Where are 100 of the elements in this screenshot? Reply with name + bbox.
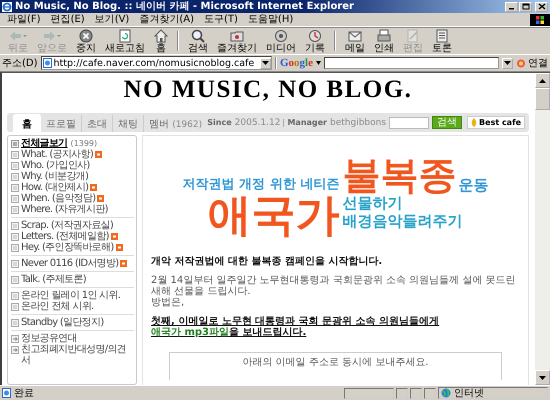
sidebar-item[interactable]: When. (음악정담)	[21, 193, 96, 204]
refresh-button[interactable]: 새로고침	[101, 28, 149, 54]
maximize-icon	[522, 3, 530, 10]
media-button[interactable]: 미디어	[262, 28, 300, 54]
scroll-thumb[interactable]	[535, 88, 550, 110]
globe-icon	[441, 388, 451, 398]
article-text: 방법은,	[151, 297, 186, 308]
board-icon	[11, 151, 19, 159]
sidebar-link[interactable]: 친고죄폐지반대성명/의견서	[21, 344, 134, 366]
security-zone: 인터넷	[438, 387, 548, 399]
caret-icon	[504, 61, 511, 65]
sidebar-item[interactable]: Hey. (주인장똑바로해)	[21, 242, 114, 253]
favorites-button[interactable]: 즐겨찾기	[213, 28, 261, 54]
banner-text: 애국가	[207, 194, 340, 238]
board-icon	[11, 303, 19, 311]
board-icon	[11, 173, 19, 181]
mail-button[interactable]: 메일	[341, 28, 369, 54]
leaf-icon	[471, 118, 478, 127]
search-button[interactable]: 검색	[184, 28, 212, 54]
menu-item[interactable]: 도구(T)	[199, 14, 243, 26]
menu-item[interactable]: 즐겨찾기(A)	[134, 14, 199, 26]
board-icon	[11, 162, 19, 170]
tab[interactable]: 프로필	[41, 115, 81, 132]
home-button[interactable]: 홈	[150, 28, 172, 54]
sidebar-item[interactable]: 온라인 릴레이 1인 시위.	[21, 290, 120, 301]
stop-button[interactable]: 중지	[72, 28, 100, 54]
forward-arrow-icon	[42, 28, 56, 42]
history-button[interactable]: 기록	[301, 28, 329, 54]
since-label: Since	[207, 118, 232, 127]
sidebar-item[interactable]: Standby (일단정지)	[21, 317, 104, 328]
best-cafe-button[interactable]: Best cafe	[467, 116, 525, 129]
tab[interactable]: 초대	[81, 115, 112, 132]
scroll-up-button[interactable]	[535, 73, 550, 88]
menu-item[interactable]: 편집(E)	[46, 14, 90, 26]
sidebar-item[interactable]: Where. (자유게시판)	[21, 204, 108, 215]
address-field[interactable]: http://cafe.naver.com/nomusicnoblog.cafe	[40, 56, 272, 70]
board-icon	[11, 244, 19, 252]
caret-icon	[316, 61, 321, 65]
sidebar-item[interactable]: What. (공지사항)	[21, 149, 94, 160]
dropdown-button[interactable]	[260, 58, 271, 68]
board-icon	[11, 195, 19, 203]
close-button[interactable]	[535, 2, 548, 12]
links-button[interactable]: 연결	[516, 56, 548, 70]
edit-icon	[406, 28, 420, 42]
printer-icon	[377, 28, 391, 42]
board-icon	[11, 260, 19, 268]
board-icon	[11, 319, 19, 327]
status-panel	[344, 388, 394, 398]
sidebar-item[interactable]: Talk. (주제토론)	[21, 274, 86, 285]
board-icon	[11, 276, 19, 284]
board-icon	[11, 233, 19, 241]
page-icon	[42, 58, 52, 68]
banner-text: 운동	[458, 177, 488, 194]
mp3-link[interactable]: 애국가 mp3파일	[151, 327, 230, 338]
cafe-search-field[interactable]	[389, 116, 430, 128]
menu-item[interactable]: 도움말(H)	[242, 14, 298, 26]
google-logo[interactable]: Google	[280, 57, 313, 69]
board-icon	[11, 292, 19, 300]
cafe-title: NO MUSIC, NO BLOG.	[122, 76, 414, 104]
sidebar-item[interactable]: Scrap. (저작권자료실)	[21, 220, 114, 231]
flag-logo-icon	[530, 14, 550, 26]
caret-icon	[23, 34, 27, 36]
board-icon	[11, 140, 19, 148]
board-icon	[11, 206, 19, 214]
search-icon	[191, 28, 205, 42]
menu-item[interactable]: 보기(V)	[90, 14, 134, 26]
sidebar-link[interactable]: 정보공유연대	[21, 333, 77, 344]
sidebar-item[interactable]: Never 0116 (ID서명방)	[21, 258, 118, 269]
refresh-icon	[118, 28, 132, 42]
dropdown-button[interactable]	[502, 58, 513, 68]
caret-icon	[262, 61, 269, 65]
tab[interactable]: 채팅	[112, 115, 143, 132]
folder-icon	[230, 28, 244, 42]
banner-text: 불복종	[342, 156, 456, 194]
scroll-down-button[interactable]	[535, 370, 550, 385]
print-button[interactable]: 인쇄	[370, 28, 398, 54]
minimize-button[interactable]	[505, 2, 518, 12]
board-icon	[11, 184, 19, 192]
sidebar-item[interactable]: Letters. (전체메일함)	[21, 231, 109, 242]
vertical-scrollbar[interactable]	[535, 73, 550, 385]
window-title: No Music, No Blog. :: 네이버 카페 - Microsoft Internet Explorer	[15, 0, 355, 13]
mail-icon	[348, 28, 362, 42]
back-arrow-icon	[8, 28, 22, 42]
tab[interactable]: 홈	[13, 114, 41, 132]
status-text: 완료	[14, 387, 34, 400]
sidebar-item[interactable]: Who. (가입인사)	[21, 160, 90, 171]
google-search-field[interactable]	[324, 57, 499, 69]
home-icon	[154, 28, 168, 42]
tab[interactable]: 멤버 (1962)	[143, 115, 208, 132]
sidebar-item[interactable]: Why. (비분강개)	[21, 171, 88, 182]
sidebar-item[interactable]: How. (대안제시)	[21, 182, 88, 193]
maximize-button[interactable]	[519, 2, 532, 12]
sidebar-item[interactable]: 전체글보기 (1399)	[21, 138, 98, 149]
address-label: 주소(D)	[2, 57, 38, 70]
history-icon	[308, 28, 322, 42]
discuss-icon	[435, 28, 449, 42]
link-icon	[11, 346, 19, 354]
sidebar-item[interactable]: 온라인 전체 시위.	[21, 301, 94, 312]
discuss-button[interactable]: 토론	[428, 28, 456, 54]
menu-item[interactable]: 파일(F)	[2, 14, 46, 26]
